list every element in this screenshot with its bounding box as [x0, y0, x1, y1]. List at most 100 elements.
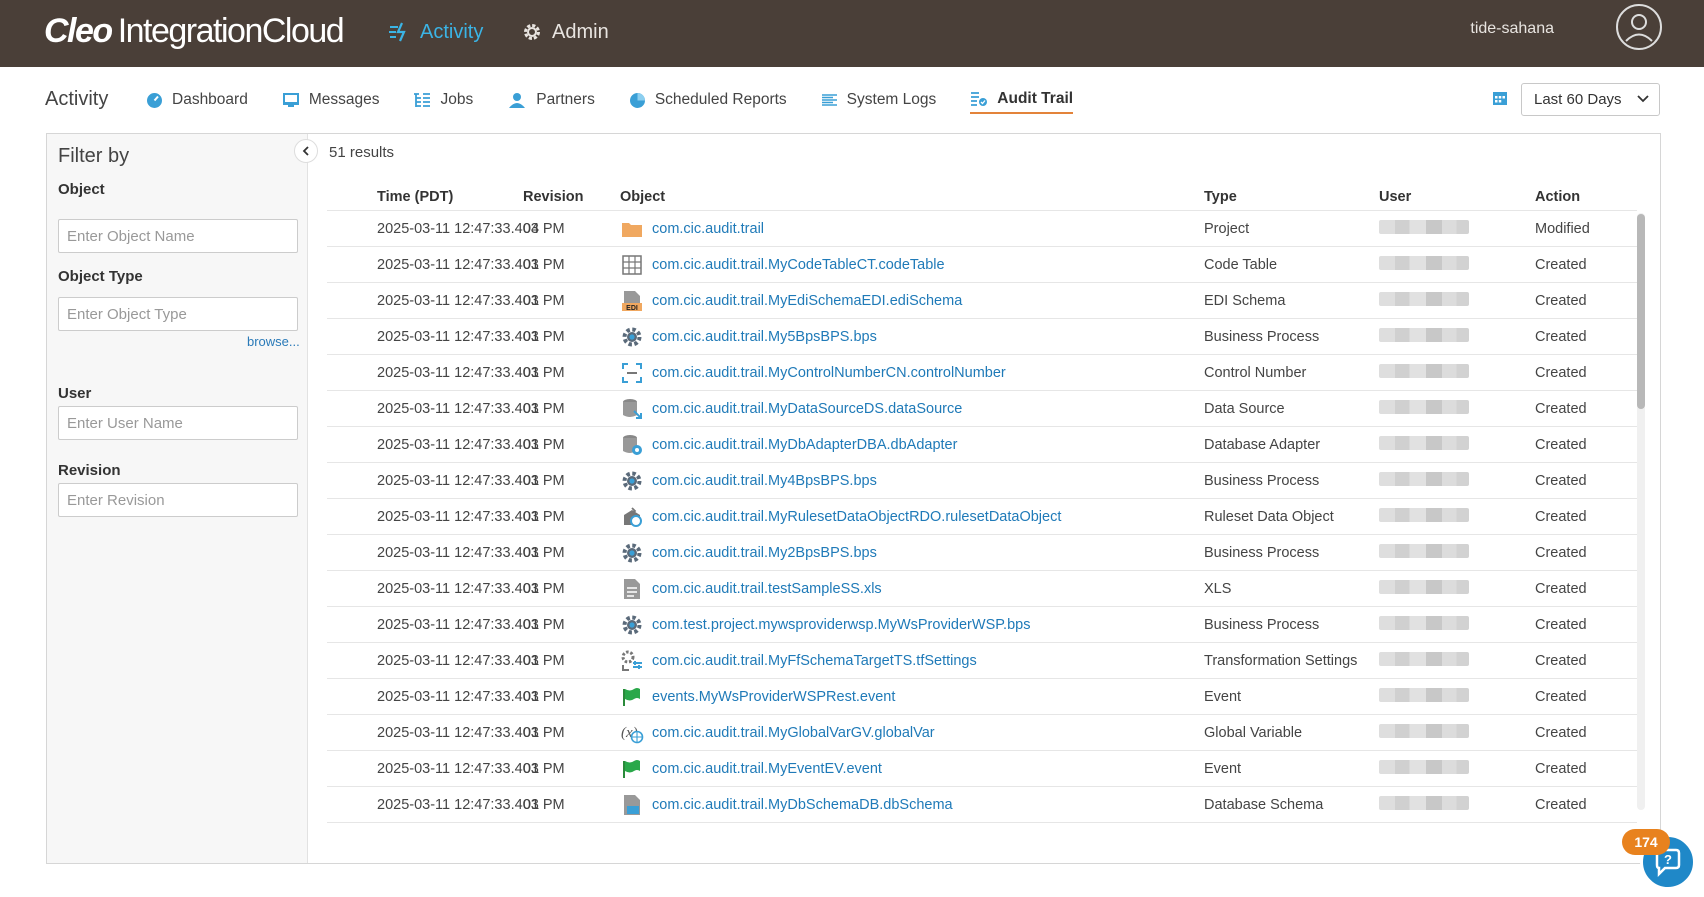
cell-action: Created	[1535, 760, 1587, 777]
col-time[interactable]: Time (PDT)	[327, 189, 523, 205]
cell-revision: 01	[523, 472, 540, 489]
object-link[interactable]: com.test.project.mywsproviderwsp.MyWsPro…	[652, 617, 1030, 633]
object-name-input[interactable]	[58, 219, 298, 253]
cell-time: 2025-03-11 12:47:33.403 PM	[377, 436, 565, 453]
table-row[interactable]: 2025-03-11 12:47:33.403 PM 01 com.cic.audi…	[327, 391, 1637, 427]
cell-type: Event	[1204, 760, 1242, 777]
redacted-user	[1379, 579, 1469, 594]
table-row[interactable]: 2025-03-11 12:47:33.403 PM 01 com.cic.audi…	[327, 499, 1637, 535]
tab-messages[interactable]: Messages	[282, 86, 380, 114]
cell-type: Database Adapter	[1204, 436, 1321, 453]
username[interactable]: tide-sahana	[1470, 20, 1554, 38]
object-link[interactable]: com.cic.audit.trail.MyRulesetDataObjectR…	[652, 509, 1061, 525]
table-row[interactable]: 2025-03-11 12:47:33.403 PM 01 com.cic.audi…	[327, 571, 1637, 607]
nav-activity[interactable]: Activity	[388, 18, 483, 46]
cell-object: com.cic.audit.trail.MyRulesetDataObjectR…	[620, 505, 1204, 529]
table-row[interactable]: 2025-03-11 12:47:33.403 PM 01 com.cic.audi…	[327, 463, 1637, 499]
db-schema-icon	[620, 793, 644, 817]
tab-dashboard[interactable]: Dashboard	[146, 86, 248, 114]
object-link[interactable]: events.MyWsProviderWSPRest.event	[652, 689, 895, 705]
table-row[interactable]: 2025-03-11 12:47:33.403 PM 01 events.MyWsP…	[327, 679, 1637, 715]
object-link[interactable]: com.cic.audit.trail.MyCodeTableCT.codeTa…	[652, 257, 945, 273]
table-row[interactable]: 2025-03-11 12:47:33.403 PM 01 com.cic.audi…	[327, 643, 1637, 679]
table-scrollbar-thumb[interactable]	[1637, 214, 1645, 409]
object-link[interactable]: com.cic.audit.trail.MyDataSourceDS.dataS…	[652, 401, 962, 417]
object-link[interactable]: com.cic.audit.trail.MyDbSchemaDB.dbSchem…	[652, 797, 953, 813]
user-avatar[interactable]	[1616, 4, 1662, 50]
browse-link[interactable]: browse...	[247, 334, 300, 349]
redacted-user	[1379, 435, 1469, 450]
tab-messages-label: Messages	[308, 91, 380, 108]
col-action[interactable]: Action	[1535, 189, 1635, 205]
table-row[interactable]: 2025-03-11 12:47:33.403 PM 01 com.test.pro…	[327, 607, 1637, 643]
object-link[interactable]: com.cic.audit.trail.MyEventEV.event	[652, 761, 882, 777]
table-row[interactable]: 2025-03-11 12:47:33.403 PM 04 com.cic.audi…	[327, 211, 1637, 247]
app-logo[interactable]: Cleo IntegrationCloud	[44, 12, 345, 51]
object-link[interactable]: com.cic.audit.trail.MyGlobalVarGV.global…	[652, 725, 935, 741]
audit-trail-icon	[971, 91, 988, 106]
object-link[interactable]: com.cic.audit.trail	[652, 221, 764, 237]
table-row[interactable]: 2025-03-11 12:47:33.403 PM 01 com.cic.audi…	[327, 787, 1637, 823]
table-row[interactable]: 2025-03-11 12:47:33.403 PM 01 com.cic.audi…	[327, 751, 1637, 787]
nav-admin[interactable]: Admin	[522, 18, 609, 46]
object-link[interactable]: com.cic.audit.trail.MyEdiSchemaEDI.ediSc…	[652, 293, 962, 309]
col-revision[interactable]: Revision	[523, 189, 620, 205]
table-row[interactable]: 2025-03-11 12:47:33.403 PM 01 EDI com.cic.a…	[327, 283, 1637, 319]
col-object[interactable]: Object	[620, 189, 1204, 205]
top-bar: Cleo IntegrationCloud Activity Admin tide…	[0, 0, 1704, 67]
gear-icon	[620, 325, 644, 349]
col-user[interactable]: User	[1379, 189, 1535, 205]
tab-system-logs[interactable]: System Logs	[821, 86, 937, 114]
cell-revision: 01	[523, 652, 540, 669]
svg-text:EDI: EDI	[626, 305, 638, 312]
table-row[interactable]: 2025-03-11 12:47:33.403 PM 01 com.cic.audi…	[327, 535, 1637, 571]
revision-label: Revision	[58, 462, 121, 479]
cell-object: (x) com.cic.audit.trail.MyGlobalVarGV.glo…	[620, 721, 1204, 745]
table-row[interactable]: 2025-03-11 12:47:33.403 PM 01 (x) com.cic.a…	[327, 715, 1637, 751]
table-body: 2025-03-11 12:47:33.403 PM 04 com.cic.audi…	[327, 211, 1637, 823]
cell-object: com.cic.audit.trail.testSampleSS.xls	[620, 577, 1204, 601]
table-row[interactable]: 2025-03-11 12:47:33.403 PM 01 com.cic.audi…	[327, 427, 1637, 463]
table-row[interactable]: 2025-03-11 12:47:33.403 PM 01 com.cic.audi…	[327, 247, 1637, 283]
folder-icon	[620, 217, 644, 241]
gear-icon	[620, 469, 644, 493]
col-type[interactable]: Type	[1204, 189, 1379, 205]
cell-revision: 01	[523, 328, 540, 345]
tab-jobs[interactable]: Jobs	[413, 86, 473, 114]
object-link[interactable]: com.cic.audit.trail.MyControlNumberCN.co…	[652, 365, 1006, 381]
cell-time: 2025-03-11 12:47:33.403 PM	[377, 256, 565, 273]
tab-audit-trail[interactable]: Audit Trail	[970, 86, 1074, 114]
tab-scheduled-reports[interactable]: Scheduled Reports	[629, 86, 787, 114]
redacted-user	[1379, 507, 1469, 522]
table-row[interactable]: 2025-03-11 12:47:33.403 PM 01 com.cic.audi…	[327, 355, 1637, 391]
table-row[interactable]: 2025-03-11 12:47:33.403 PM 01 com.cic.audi…	[327, 319, 1637, 355]
cell-user	[1379, 759, 1535, 778]
collapse-filter-button[interactable]	[294, 139, 318, 163]
object-link[interactable]: com.cic.audit.trail.testSampleSS.xls	[652, 581, 882, 597]
object-link[interactable]: com.cic.audit.trail.My2BpsBPS.bps	[652, 545, 877, 561]
cell-object: com.cic.audit.trail.MyCodeTableCT.codeTa…	[620, 253, 1204, 277]
revision-input[interactable]	[58, 483, 298, 517]
cell-time: 2025-03-11 12:47:33.403 PM	[377, 688, 565, 705]
object-type-input[interactable]	[58, 297, 298, 331]
tab-partners[interactable]: Partners	[507, 86, 595, 114]
object-link[interactable]: com.cic.audit.trail.My5BpsBPS.bps	[652, 329, 877, 345]
redacted-user	[1379, 723, 1469, 738]
date-range-select[interactable]: Last 60 Days	[1521, 83, 1660, 116]
global-variable-icon: (x)	[620, 721, 644, 745]
cell-user	[1379, 363, 1535, 382]
cell-type: Business Process	[1204, 616, 1320, 633]
user-name-input[interactable]	[58, 406, 298, 440]
cell-time: 2025-03-11 12:47:33.403 PM	[377, 724, 565, 741]
object-link[interactable]: com.cic.audit.trail.My4BpsBPS.bps	[652, 473, 877, 489]
object-link[interactable]: com.cic.audit.trail.MyFfSchemaTargetTS.t…	[652, 653, 977, 669]
calendar-icon[interactable]	[1492, 90, 1508, 111]
dashboard-icon	[147, 92, 162, 108]
cell-action: Modified	[1535, 220, 1590, 237]
cell-object: com.cic.audit.trail.MyEventEV.event	[620, 757, 1204, 781]
cell-revision: 01	[523, 364, 540, 381]
cell-type: Business Process	[1204, 472, 1320, 489]
cell-user	[1379, 795, 1535, 814]
tab-system-logs-label: System Logs	[846, 91, 937, 108]
object-link[interactable]: com.cic.audit.trail.MyDbAdapterDBA.dbAda…	[652, 437, 957, 453]
